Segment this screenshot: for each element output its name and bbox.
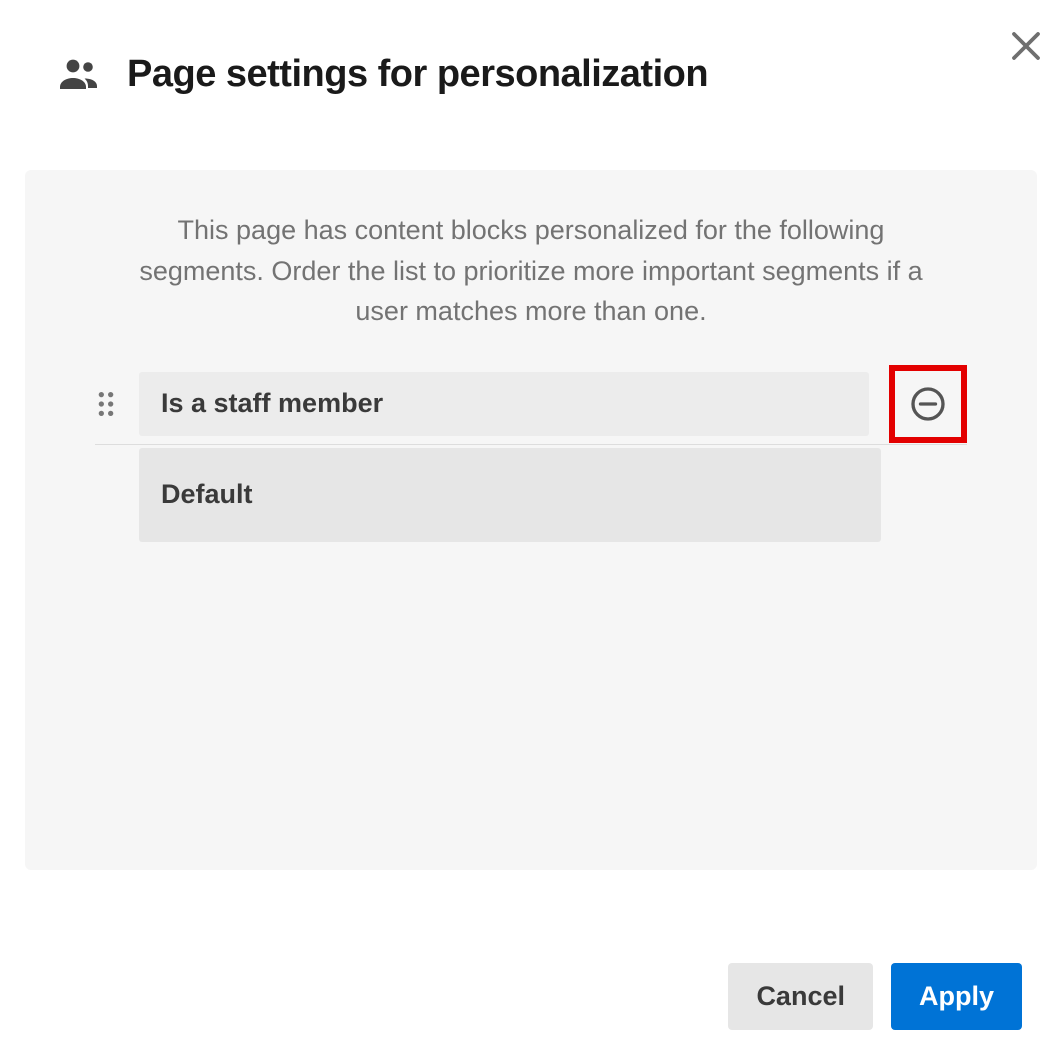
close-icon (1008, 28, 1044, 64)
default-segment: Default (139, 448, 881, 542)
default-label: Default (161, 479, 253, 510)
segments-list: Is a staff member Default (95, 372, 967, 527)
remove-highlight-box (889, 365, 967, 443)
modal-header: Page settings for personalization (0, 0, 1062, 98)
modal-footer: Cancel Apply (728, 963, 1022, 1030)
segment-row: Is a staff member (95, 372, 967, 436)
personalization-settings-modal: Page settings for personalization This p… (0, 0, 1062, 1060)
panel-description: This page has content blocks personalize… (121, 210, 941, 332)
people-icon (55, 50, 103, 98)
remove-segment-button[interactable] (908, 384, 948, 424)
apply-button[interactable]: Apply (891, 963, 1022, 1030)
modal-title: Page settings for personalization (127, 53, 708, 96)
cancel-button[interactable]: Cancel (728, 963, 873, 1030)
segment-item[interactable]: Is a staff member (139, 372, 869, 436)
default-row: Default (95, 463, 967, 527)
close-button[interactable] (1008, 28, 1044, 64)
segment-divider (95, 444, 967, 445)
segments-panel: This page has content blocks personalize… (25, 170, 1037, 870)
drag-handle[interactable] (95, 390, 117, 418)
segment-label: Is a staff member (161, 388, 383, 419)
drag-handle-icon (95, 390, 117, 418)
remove-circle-icon (908, 384, 948, 424)
